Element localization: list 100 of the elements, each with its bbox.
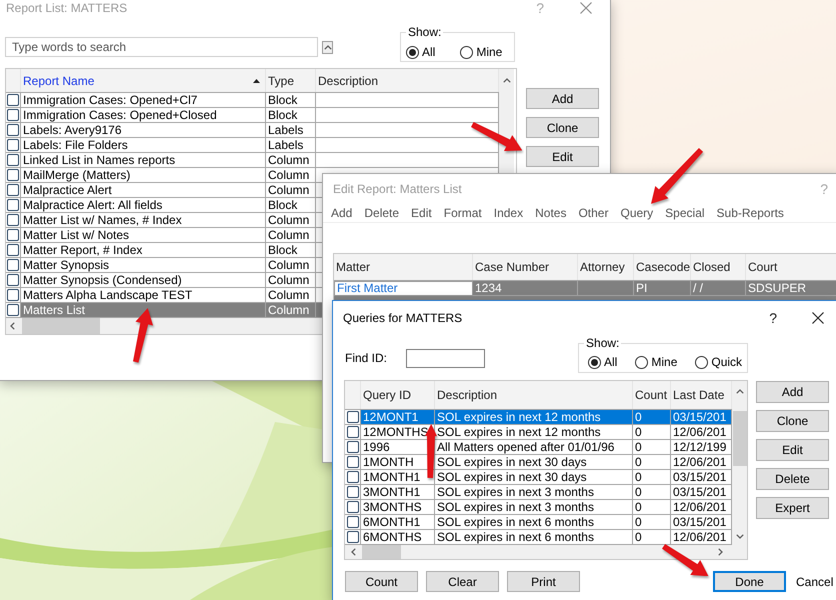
action-button[interactable]: Count bbox=[345, 571, 418, 592]
caret-up-icon[interactable] bbox=[736, 389, 744, 394]
radio-icon[interactable] bbox=[695, 356, 708, 368]
checkbox[interactable] bbox=[7, 184, 19, 196]
action-button[interactable]: Edit bbox=[526, 146, 599, 167]
checkbox[interactable] bbox=[7, 169, 19, 181]
table-row[interactable]: 6MONTH1 SOL expires in next 6 months 0 03/15/201 bbox=[345, 515, 732, 530]
column-header[interactable]: Casecode bbox=[634, 254, 691, 280]
action-button[interactable]: Expert bbox=[756, 497, 829, 519]
scrollbar-thumb[interactable] bbox=[362, 545, 401, 559]
help-button[interactable]: ? bbox=[769, 310, 777, 326]
checkbox[interactable] bbox=[346, 441, 358, 453]
checkbox[interactable] bbox=[7, 214, 19, 226]
table-cell: Column bbox=[266, 303, 316, 317]
table-row[interactable]: 1MONTH1 SOL expires in next 30 days 0 03/15/201 bbox=[345, 470, 732, 485]
caret-down-icon[interactable] bbox=[736, 534, 744, 539]
radio-option[interactable]: All bbox=[588, 355, 618, 369]
menu-item[interactable]: Notes bbox=[535, 206, 566, 220]
find-id-field[interactable] bbox=[406, 348, 486, 368]
table-row[interactable]: Linked List in Names reports Column bbox=[6, 153, 499, 168]
column-header[interactable]: Type bbox=[266, 69, 316, 92]
checkbox[interactable] bbox=[7, 304, 19, 316]
radio-option[interactable]: All bbox=[406, 45, 436, 59]
table-row[interactable]: Labels: File Folders Labels bbox=[6, 138, 499, 153]
action-button[interactable]: Print bbox=[507, 571, 580, 592]
checkbox[interactable] bbox=[7, 229, 19, 241]
checkbox[interactable] bbox=[7, 244, 19, 256]
toggle-button[interactable] bbox=[322, 40, 333, 54]
checkbox[interactable] bbox=[346, 411, 358, 423]
radio-option[interactable]: Quick bbox=[695, 355, 742, 369]
table-row[interactable]: Immigration Cases: Opened+Closed Block bbox=[6, 108, 499, 123]
scrollbar-thumb[interactable] bbox=[732, 411, 746, 466]
action-button[interactable]: Delete bbox=[756, 468, 829, 490]
menu-item[interactable]: Sub-Reports bbox=[716, 206, 784, 220]
caret-up-icon[interactable] bbox=[324, 44, 332, 50]
radio-icon[interactable] bbox=[635, 356, 648, 368]
table-row[interactable]: 1996 All Matters opened after 01/01/96 0 12/12/199 bbox=[345, 440, 732, 455]
table-row[interactable]: 3MONTHS SOL expires in next 3 months 0 12/06/201 bbox=[345, 500, 732, 515]
caret-up-icon[interactable] bbox=[502, 78, 510, 83]
column-header[interactable]: Closed bbox=[691, 254, 746, 280]
action-button[interactable]: Cancel bbox=[794, 571, 836, 592]
action-button[interactable]: Edit bbox=[756, 439, 829, 461]
table-row[interactable]: 1MONTH SOL expires in next 30 days 0 12/06/201 bbox=[345, 455, 732, 470]
checkbox[interactable] bbox=[7, 94, 19, 106]
checkbox[interactable] bbox=[346, 456, 358, 468]
close-icon[interactable] bbox=[812, 312, 824, 324]
checkbox[interactable] bbox=[346, 501, 358, 513]
scrollbar-thumb[interactable] bbox=[22, 318, 100, 334]
table-cell: 3MONTH1 bbox=[361, 485, 435, 499]
column-header[interactable]: Query ID bbox=[361, 381, 435, 409]
radio-icon[interactable] bbox=[588, 356, 602, 368]
checkbox[interactable] bbox=[346, 426, 358, 438]
menu-item[interactable]: Query bbox=[620, 206, 654, 220]
radio-option[interactable]: Mine bbox=[635, 355, 678, 369]
action-button[interactable]: Clear bbox=[426, 571, 499, 592]
checkbox[interactable] bbox=[7, 274, 19, 286]
table-row[interactable]: First Matter 1234 PI / / SDSUPER bbox=[334, 281, 836, 296]
column-header[interactable]: Description bbox=[435, 381, 633, 409]
table-cell: Matter List w/ Notes bbox=[21, 228, 266, 242]
action-button[interactable]: Clone bbox=[756, 410, 829, 432]
action-button[interactable]: Add bbox=[756, 381, 829, 403]
checkbox[interactable] bbox=[7, 259, 19, 271]
column-header[interactable]: Court bbox=[746, 254, 836, 280]
column-header[interactable]: Count bbox=[633, 381, 671, 409]
menu-item[interactable]: Other bbox=[578, 206, 608, 220]
search-field[interactable]: Type words to search bbox=[5, 37, 318, 57]
action-button[interactable]: Done bbox=[713, 571, 786, 592]
caret-right-icon[interactable] bbox=[718, 548, 723, 556]
radio-option[interactable]: Mine bbox=[460, 45, 502, 59]
checkbox[interactable] bbox=[7, 109, 19, 121]
checkbox[interactable] bbox=[346, 471, 358, 483]
column-header[interactable]: Attorney bbox=[578, 254, 634, 280]
action-button[interactable]: Clone bbox=[526, 117, 599, 138]
checkbox[interactable] bbox=[7, 289, 19, 301]
table-row[interactable]: 12MONTHS SOL expires in next 12 months 0 12/06/201 bbox=[345, 425, 732, 440]
table-row[interactable]: Immigration Cases: Opened+Cl7 Block bbox=[6, 93, 499, 108]
checkbox[interactable] bbox=[7, 124, 19, 136]
checkbox[interactable] bbox=[7, 139, 19, 151]
radio-icon[interactable] bbox=[406, 46, 419, 58]
column-header[interactable]: Case Number bbox=[473, 254, 578, 280]
checkbox[interactable] bbox=[7, 154, 19, 166]
table-row[interactable]: 12MONT1 SOL expires in next 12 months 0 03/15/201 bbox=[345, 410, 732, 425]
vertical-scrollbar[interactable] bbox=[732, 381, 747, 545]
table-row[interactable]: 3MONTH1 SOL expires in next 3 months 0 03/15/201 bbox=[345, 485, 732, 500]
radio-icon[interactable] bbox=[460, 46, 474, 58]
column-header[interactable]: Report Name bbox=[21, 69, 266, 92]
checkbox[interactable] bbox=[7, 199, 19, 211]
table-cell: SOL expires in next 3 months bbox=[435, 485, 633, 499]
caret-left-icon[interactable] bbox=[10, 322, 15, 330]
checkbox[interactable] bbox=[346, 516, 358, 528]
table-row[interactable]: Labels: Avery9176 Labels bbox=[6, 123, 499, 138]
action-button[interactable]: Add bbox=[526, 88, 599, 109]
menu-item[interactable]: Special bbox=[665, 206, 705, 220]
caret-left-icon[interactable] bbox=[351, 548, 356, 556]
checkbox[interactable] bbox=[346, 486, 358, 498]
horizontal-scrollbar[interactable] bbox=[345, 545, 747, 559]
column-header[interactable]: Matter bbox=[334, 254, 473, 280]
checkbox[interactable] bbox=[346, 531, 358, 543]
table-row[interactable]: 6MONTHS SOL expires in next 6 months 0 12/06/201 bbox=[345, 530, 732, 545]
cell-edit-field[interactable]: First Matter bbox=[334, 281, 473, 296]
